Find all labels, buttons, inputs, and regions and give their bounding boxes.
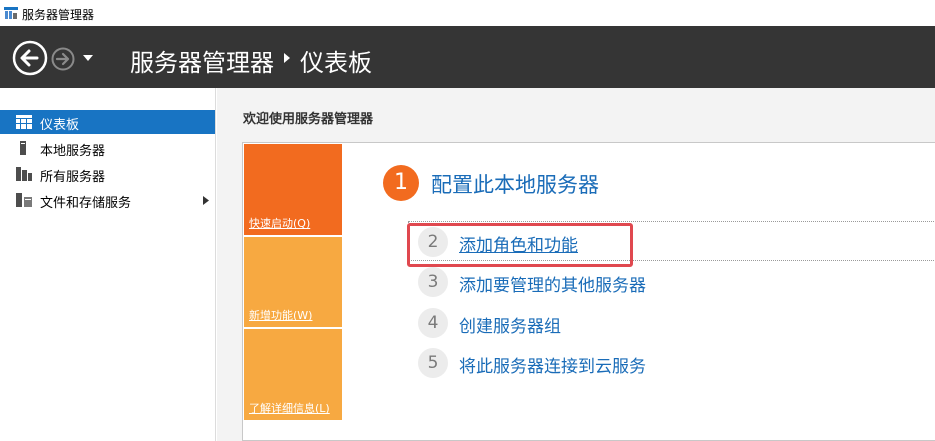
app-header: 服务器管理器 仪表板 <box>0 26 935 88</box>
breadcrumb-separator-icon <box>284 53 290 63</box>
step-link[interactable]: 将此服务器连接到云服务 <box>459 352 646 377</box>
step-link[interactable]: 创建服务器组 <box>459 312 561 337</box>
tile-label[interactable]: 新增功能(W) <box>249 307 312 323</box>
sidebar-item-file-storage[interactable]: 文件和存储服务 <box>0 188 215 212</box>
sidebar-item-label: 文件和存储服务 <box>40 196 132 211</box>
step-1-number: 1 <box>383 165 419 201</box>
sidebar-item-dashboard[interactable]: 仪表板 <box>0 110 215 134</box>
step-1-title: 配置此本地服务器 <box>431 173 599 197</box>
back-arrow-icon[interactable] <box>12 40 48 76</box>
dashboard-icon <box>16 115 32 129</box>
server-icon <box>20 141 26 155</box>
expand-arrow-icon[interactable] <box>203 196 209 205</box>
learn-more-tile[interactable]: 了解详细信息(L) <box>244 329 342 420</box>
sidebar: 仪表板 本地服务器 所有服务器 文件和存储服务 <box>0 88 216 441</box>
sidebar-item-label: 本地服务器 <box>40 144 106 159</box>
history-dropdown-icon[interactable] <box>82 52 94 64</box>
welcome-tile-panel: 快速启动(Q) 新增功能(W) 了解详细信息(L) 1 配置此本地服务器 2 添… <box>242 142 935 441</box>
whats-new-tile[interactable]: 新增功能(W) <box>244 237 342 327</box>
welcome-heading: 欢迎使用服务器管理器 <box>243 112 374 127</box>
dashboard-main: 欢迎使用服务器管理器 快速启动(Q) 新增功能(W) 了解详细信息(L) 1 配… <box>217 88 935 441</box>
tile-label[interactable]: 了解详细信息(L) <box>249 400 330 416</box>
sidebar-item-local-server[interactable]: 本地服务器 <box>0 136 215 160</box>
tile-label[interactable]: 快速启动(Q) <box>249 215 310 231</box>
window-title: 服务器管理器 <box>22 8 95 22</box>
storage-icon <box>16 193 32 207</box>
sidebar-item-label: 所有服务器 <box>40 170 106 185</box>
quick-start-tile[interactable]: 快速启动(Q) <box>244 144 342 235</box>
step-link[interactable]: 添加要管理的其他服务器 <box>459 271 646 296</box>
server-manager-app-icon <box>4 7 18 19</box>
sidebar-item-all-servers[interactable]: 所有服务器 <box>0 162 215 186</box>
forward-arrow-icon[interactable] <box>51 47 75 71</box>
step-number: 3 <box>418 267 448 297</box>
annotation-highlight-box <box>407 223 633 267</box>
breadcrumb-current: 仪表板 <box>300 49 372 77</box>
breadcrumb-root[interactable]: 服务器管理器 <box>130 43 274 78</box>
step-number: 5 <box>418 348 448 378</box>
step-number: 4 <box>418 308 448 338</box>
sidebar-item-label: 仪表板 <box>40 118 80 133</box>
servers-icon <box>16 167 32 181</box>
window-titlebar: 服务器管理器 <box>0 0 935 26</box>
